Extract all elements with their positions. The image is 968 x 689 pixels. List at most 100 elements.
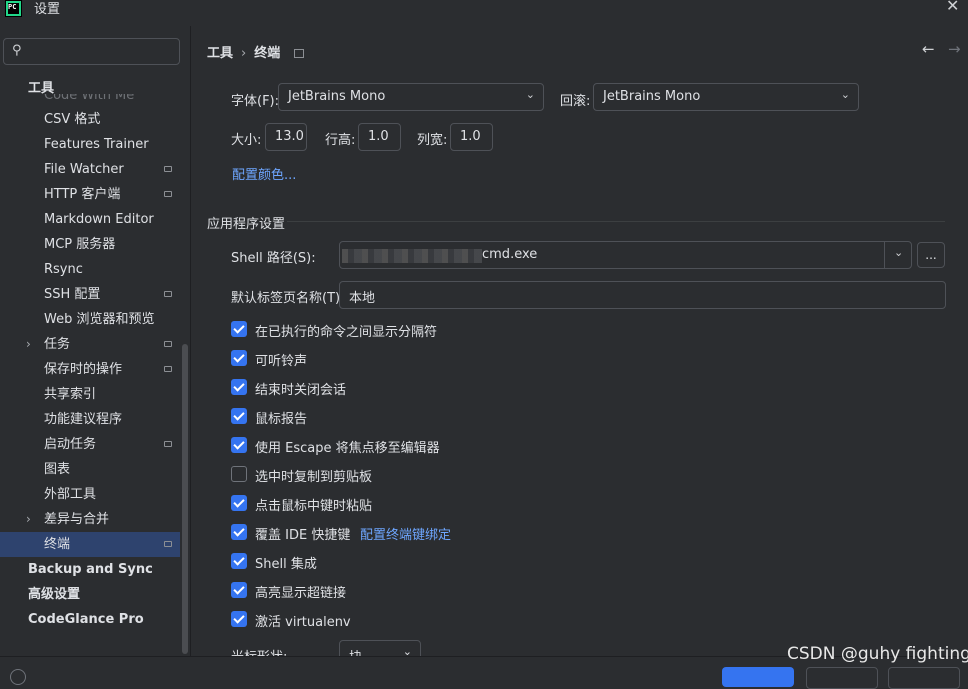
checkbox-label[interactable]: 结束时关闭会话 — [255, 379, 346, 398]
sidebar-item[interactable]: Markdown Editor — [0, 207, 180, 232]
sidebar-item-label: 差异与合并 — [44, 512, 110, 527]
redacted-path — [342, 249, 482, 263]
sidebar-item[interactable]: 终端 — [0, 532, 180, 557]
fallback-font-combo[interactable]: JetBrains Mono ⌄ — [593, 83, 859, 111]
tree-group-tools[interactable]: 工具 — [28, 77, 54, 96]
sidebar-item[interactable]: Features Trainer — [0, 132, 180, 157]
sidebar-item-label: Rsync — [44, 262, 83, 277]
sidebar-top-level-item[interactable]: 高级设置 — [0, 582, 180, 607]
checkbox-label[interactable]: 高亮显示超链接 — [255, 582, 346, 601]
sidebar-item[interactable]: 启动任务 — [0, 432, 180, 457]
checkbox-label[interactable]: 鼠标报告 — [255, 408, 307, 427]
cancel-button[interactable] — [806, 667, 878, 689]
apply-button[interactable] — [888, 667, 960, 689]
sidebar-item-label: 共享索引 — [44, 387, 97, 402]
line-height-label: 行高: — [325, 133, 356, 148]
checkbox-label[interactable]: 可听铃声 — [255, 350, 307, 369]
size-label: 大小: — [231, 133, 262, 148]
sidebar-item[interactable]: › 差异与合并 — [0, 507, 180, 532]
sidebar-item[interactable]: 图表 — [0, 457, 180, 482]
sidebar-item-label: 任务 — [44, 337, 71, 352]
cursor-shape-combo[interactable]: 块 ⌄ — [339, 640, 421, 656]
sidebar-item[interactable]: 保存时的操作 — [0, 357, 180, 382]
sidebar-item[interactable]: 外部工具 — [0, 482, 180, 507]
browse-button[interactable]: ... — [917, 242, 945, 268]
fallback-font-value: JetBrains Mono — [603, 89, 701, 104]
shell-path-dropdown[interactable]: ⌄ — [884, 242, 913, 268]
search-field[interactable]: ⚲ — [3, 38, 180, 65]
checkbox-label[interactable]: 在已执行的命令之间显示分隔符 — [255, 321, 437, 340]
project-scope-icon — [164, 291, 172, 297]
watermark: CSDN @guhy fighting — [787, 644, 968, 664]
size-input[interactable]: 13.0 — [265, 123, 307, 151]
checkbox-label[interactable]: 选中时复制到剪贴板 — [255, 466, 372, 485]
shell-path-field[interactable]: cmd.exe ⌄ — [339, 241, 912, 269]
sidebar-item[interactable]: › 任务 — [0, 332, 180, 357]
project-scope-icon — [164, 166, 172, 172]
sidebar-item-label: 图表 — [44, 462, 71, 477]
sidebar-scrollbar[interactable] — [182, 344, 188, 654]
sidebar-item[interactable]: File Watcher — [0, 157, 180, 182]
window-title: 设置 — [34, 2, 61, 17]
sidebar-item[interactable]: CSV 格式 — [0, 107, 180, 132]
sidebar-item-label: Markdown Editor — [44, 212, 154, 227]
close-icon[interactable]: ✕ — [946, 0, 959, 15]
chevron-right-icon[interactable]: › — [26, 507, 31, 532]
checkbox-checked[interactable] — [231, 553, 247, 569]
font-value: JetBrains Mono — [288, 89, 386, 104]
sidebar-top-level-item[interactable]: CodeGlance Pro — [0, 607, 180, 632]
checkbox-checked[interactable] — [231, 379, 247, 395]
forward-arrow-icon[interactable]: → — [948, 40, 961, 58]
sidebar-item[interactable]: 功能建议程序 — [0, 407, 180, 432]
settings-sidebar: ⚲ 工具 Code With Me CSV 格式 Features Trainer… — [0, 26, 191, 656]
line-height-input[interactable]: 1.0 — [358, 123, 401, 151]
search-icon: ⚲ — [12, 43, 22, 58]
checkbox-checked[interactable] — [231, 524, 247, 540]
checkbox-label[interactable]: 激活 virtualenv — [255, 611, 351, 630]
clipped-tree-item: Code With Me — [44, 88, 135, 103]
sidebar-item-label: Features Trainer — [44, 137, 149, 152]
breadcrumb-separator: › — [241, 46, 247, 61]
help-icon[interactable] — [10, 669, 26, 685]
column-width-input[interactable]: 1.0 — [450, 123, 493, 151]
chevron-down-icon: ⌄ — [894, 246, 904, 259]
checkbox-checked[interactable] — [231, 611, 247, 627]
font-combo[interactable]: JetBrains Mono ⌄ — [278, 83, 544, 111]
chevron-right-icon[interactable]: › — [26, 332, 31, 357]
back-arrow-icon[interactable]: ← — [922, 40, 935, 58]
checkbox-checked[interactable] — [231, 321, 247, 337]
sidebar-item[interactable]: 共享索引 — [0, 382, 180, 407]
sidebar-top-level-item[interactable]: Backup and Sync — [0, 557, 180, 582]
checkbox-unchecked[interactable] — [231, 466, 247, 482]
sidebar-item-label: 外部工具 — [44, 487, 97, 502]
section-divider — [287, 221, 945, 222]
tab-name-field[interactable]: 本地 — [339, 281, 946, 309]
sidebar-item-label: 启动任务 — [44, 437, 97, 452]
checkbox-label[interactable]: Shell 集成 — [255, 553, 317, 572]
title-bar: PC 设置 ✕ — [0, 0, 968, 26]
ok-button[interactable] — [722, 667, 794, 687]
sidebar-item[interactable]: MCP 服务器 — [0, 232, 180, 257]
sidebar-item[interactable]: Web 浏览器和预览 — [0, 307, 180, 332]
checkbox-checked[interactable] — [231, 495, 247, 511]
sidebar-item[interactable]: SSH 配置 — [0, 282, 180, 307]
checkbox-label[interactable]: 点击鼠标中键时粘贴 — [255, 495, 372, 514]
tab-name-value: 本地 — [349, 291, 376, 306]
shell-path-label: Shell 路径(S): — [231, 251, 316, 266]
checkbox-checked[interactable] — [231, 437, 247, 453]
pycharm-logo-icon: PC — [5, 0, 22, 17]
sidebar-item-label: File Watcher — [44, 162, 124, 177]
checkbox-checked[interactable] — [231, 582, 247, 598]
configure-keybindings-link[interactable]: 配置终端键绑定 — [360, 524, 451, 543]
sidebar-item[interactable]: Rsync — [0, 257, 180, 282]
breadcrumb-current: 终端 — [254, 46, 281, 61]
breadcrumb-parent[interactable]: 工具 — [207, 46, 233, 61]
checkbox-label[interactable]: 使用 Escape 将焦点移至编辑器 — [255, 437, 440, 456]
search-input[interactable] — [34, 42, 178, 62]
settings-panel: 工具 › 终端 ← → 字体(F): JetBrains Mono ⌄ 回滚: Je… — [191, 26, 968, 656]
configure-colors-link[interactable]: 配置颜色... — [232, 164, 296, 183]
checkbox-checked[interactable] — [231, 408, 247, 424]
checkbox-checked[interactable] — [231, 350, 247, 366]
checkbox-label[interactable]: 覆盖 IDE 快捷键 — [255, 524, 350, 543]
sidebar-item[interactable]: HTTP 客户端 — [0, 182, 180, 207]
